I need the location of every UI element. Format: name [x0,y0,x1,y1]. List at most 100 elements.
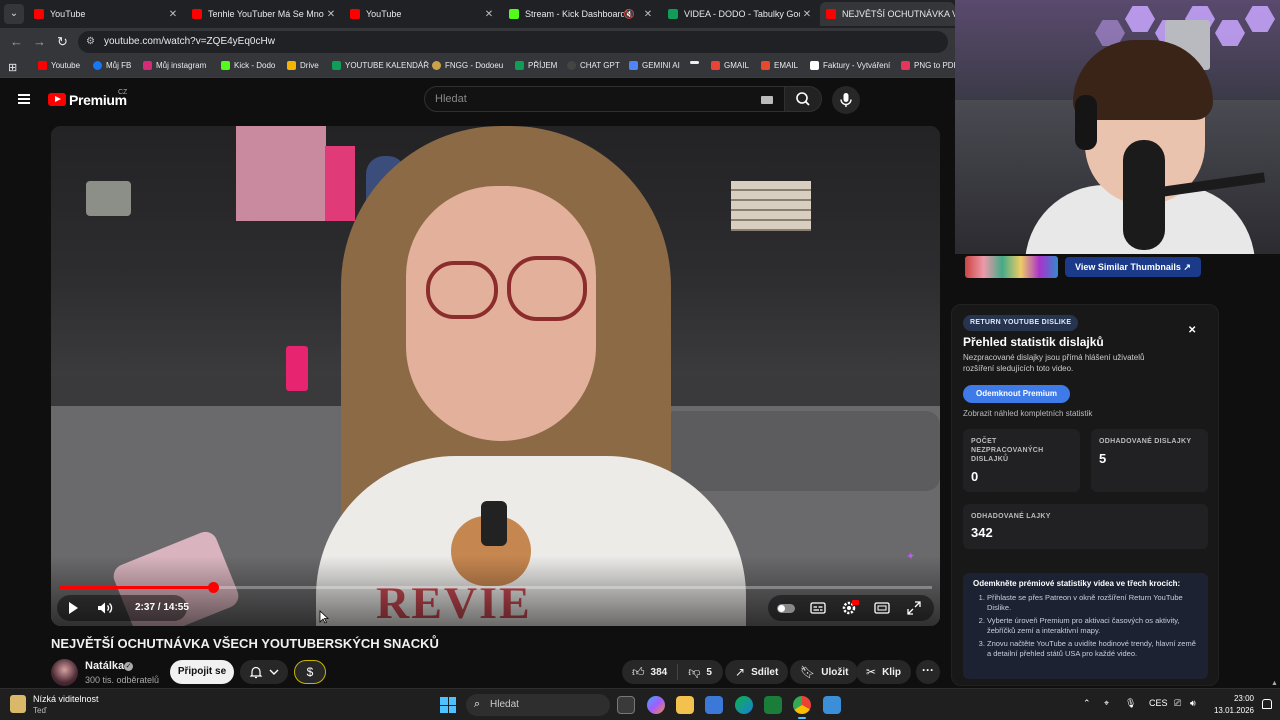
tab-youtube-1[interactable]: YouTube ✕ [28,2,180,26]
youtube-favicon-icon [192,9,202,19]
channel-watermark-icon[interactable]: ✦ [906,550,915,562]
like-button[interactable]: 👍︎ 384 [622,660,677,684]
bookmark-instagram[interactable]: Můj instagram [143,61,206,70]
thumbnail-preview-strip[interactable] [965,256,1058,278]
bookmark-faktury[interactable]: Faktury - Vytváření [810,61,890,70]
speaker-icon[interactable]: 🔊︎ [1190,698,1196,709]
bookmark-email[interactable]: EMAIL [761,61,798,70]
share-button[interactable]: ↗ Sdílet [725,660,789,684]
tab-close-icon[interactable]: ✕ [324,9,338,20]
site-info-icon[interactable]: ⚙ [86,36,95,47]
bookmark-label: PŘÍJEM [528,61,558,70]
autoplay-toggle[interactable] [775,597,797,619]
stat-label: ODHADOVANÉ LAJKY [971,513,1051,520]
weather-title[interactable]: Nízká viditelnost [33,694,99,704]
language-indicator[interactable]: CES [1149,698,1168,708]
apps-grid-icon[interactable]: ⊞ [8,61,17,74]
stat-label: ODHADOVANÉ DISLAJKY [1099,438,1192,445]
forward-arrow-icon[interactable]: → [33,34,46,49]
close-icon[interactable]: ✕ [1188,325,1196,336]
channel-name[interactable]: Natálka [85,660,124,672]
dislike-count: 5 [706,666,712,678]
tab-current-video[interactable]: NEJVĚTŠÍ OCHUTNÁVKA VŠECH [820,2,955,26]
fngg-icon [432,61,441,70]
tab-kick-dashboard[interactable]: Stream - Kick Dashboard 🔇 ✕ [503,2,655,26]
tab-search-button[interactable]: ⌄ [4,4,24,24]
scroll-up-icon[interactable]: ▲ [1271,680,1278,687]
seek-bar-scrubber[interactable] [207,582,219,593]
miniplayer-button[interactable] [871,597,893,619]
bookmark-youtube[interactable]: Youtube [38,61,80,70]
location-icon[interactable]: ⌖ [1104,698,1109,709]
task-view-icon[interactable] [617,696,635,714]
bookmark-gmail[interactable]: GMAIL [711,61,749,70]
country-code: CZ [118,89,128,96]
settings-button[interactable] [839,597,861,619]
tab-close-icon[interactable]: ✕ [166,9,180,20]
tab-close-icon[interactable]: ✕ [482,9,496,20]
weather-icon[interactable] [10,695,26,713]
unlock-premium-button[interactable]: Odemknout Premium [963,385,1070,403]
seek-bar[interactable] [59,582,932,593]
more-actions-button[interactable]: ··· [916,660,940,684]
terminal-icon[interactable] [764,696,782,714]
keyboard-icon[interactable] [761,96,773,104]
preview-stats-link[interactable]: Zobrazit náhled kompletních statistik [963,409,1092,418]
stat-estimated-likes: ODHADOVANÉ LAJKY 342 [963,504,1208,549]
bookmark-yt-calendar[interactable]: YOUTUBE KALENDÁŘ [332,61,429,70]
edge-icon[interactable] [735,696,753,714]
thanks-button[interactable]: $ [294,660,326,684]
tab-youtuber-problem[interactable]: Tenhle YouTuber Má Se Mnou Problém ✕ [186,2,338,26]
tab-close-icon[interactable]: ✕ [641,9,655,20]
search-button[interactable] [784,86,822,112]
bookmark-chatgpt[interactable]: CHAT GPT [567,61,620,70]
ryd-badge: RETURN YOUTUBE DISLIKE [963,315,1079,331]
save-button[interactable]: 🔖︎ Uložit [790,660,859,684]
reload-icon[interactable]: ↻ [57,34,68,50]
address-bar[interactable]: ⚙ youtube.com/watch?v=ZQE4yEq0cHw [78,31,948,53]
tab-google-sheets[interactable]: VIDEA - DODO - Tabulky Google ✕ [662,2,814,26]
back-arrow-icon[interactable]: ← [10,34,23,49]
url-text[interactable]: youtube.com/watch?v=ZQE4yEq0cHw [104,36,275,47]
taskbar-search-input[interactable]: ⌕ Hledat [466,694,610,716]
channel-avatar[interactable] [51,659,78,686]
clip-button[interactable]: ✂ Klip [856,660,911,684]
bookmark-drive[interactable]: Drive [287,61,319,70]
volume-button[interactable] [95,597,117,619]
notification-bell-icon[interactable] [1262,699,1272,709]
bookmark-kick[interactable]: Kick - Dodo [221,61,275,70]
tab-youtube-2[interactable]: YouTube ✕ [344,2,496,26]
file-explorer-icon[interactable] [676,696,694,714]
system-clock[interactable]: 23:00 13.01.2026 [1206,693,1254,717]
tab-label: Stream - Kick Dashboard [525,9,624,19]
copilot-icon[interactable] [647,696,665,714]
youtube-logo-icon[interactable] [48,93,66,106]
tab-label: NEJVĚTŠÍ OCHUTNÁVKA VŠECH [842,9,955,19]
mute-tab-icon[interactable]: 🔇 [624,9,635,20]
play-button[interactable] [63,597,83,619]
tab-close-icon[interactable]: ✕ [800,9,814,20]
network-icon[interactable]: ⎚ [1174,698,1181,709]
view-similar-thumbnails-button[interactable]: View Similar Thumbnails ↗ [1065,257,1201,277]
voice-search-button[interactable] [832,86,860,114]
tray-overflow-icon[interactable]: ⌃ [1083,698,1091,709]
notifications-button[interactable] [240,660,288,684]
dislike-button[interactable]: 👎︎ 5 [678,660,722,684]
menu-hamburger-icon[interactable] [18,94,30,104]
start-windows-icon[interactable] [440,697,456,713]
join-button[interactable]: Připojit se [170,660,234,684]
video-player[interactable]: REVIE ✦ 2:37 / 14:55 [51,126,940,626]
bookmark-png-to-pdf[interactable]: PNG to PDF [901,61,955,70]
fullscreen-button[interactable] [903,597,925,619]
app-icon[interactable] [823,696,841,714]
bookmark-unnamed[interactable] [690,61,703,64]
search-input[interactable]: Hledat [424,86,786,112]
bookmark-prijem[interactable]: PŘÍJEM [515,61,557,70]
bookmark-gemini[interactable]: GEMINI AI [629,61,680,70]
microsoft-store-icon[interactable] [705,696,723,714]
bookmark-fngg[interactable]: FNGG - Dodoeu [432,61,503,70]
chrome-icon[interactable] [793,696,811,714]
microphone-tray-icon[interactable]: 🎙︎ [1125,698,1136,709]
bookmark-facebook[interactable]: Můj FB [93,61,131,70]
subtitles-button[interactable] [807,597,829,619]
